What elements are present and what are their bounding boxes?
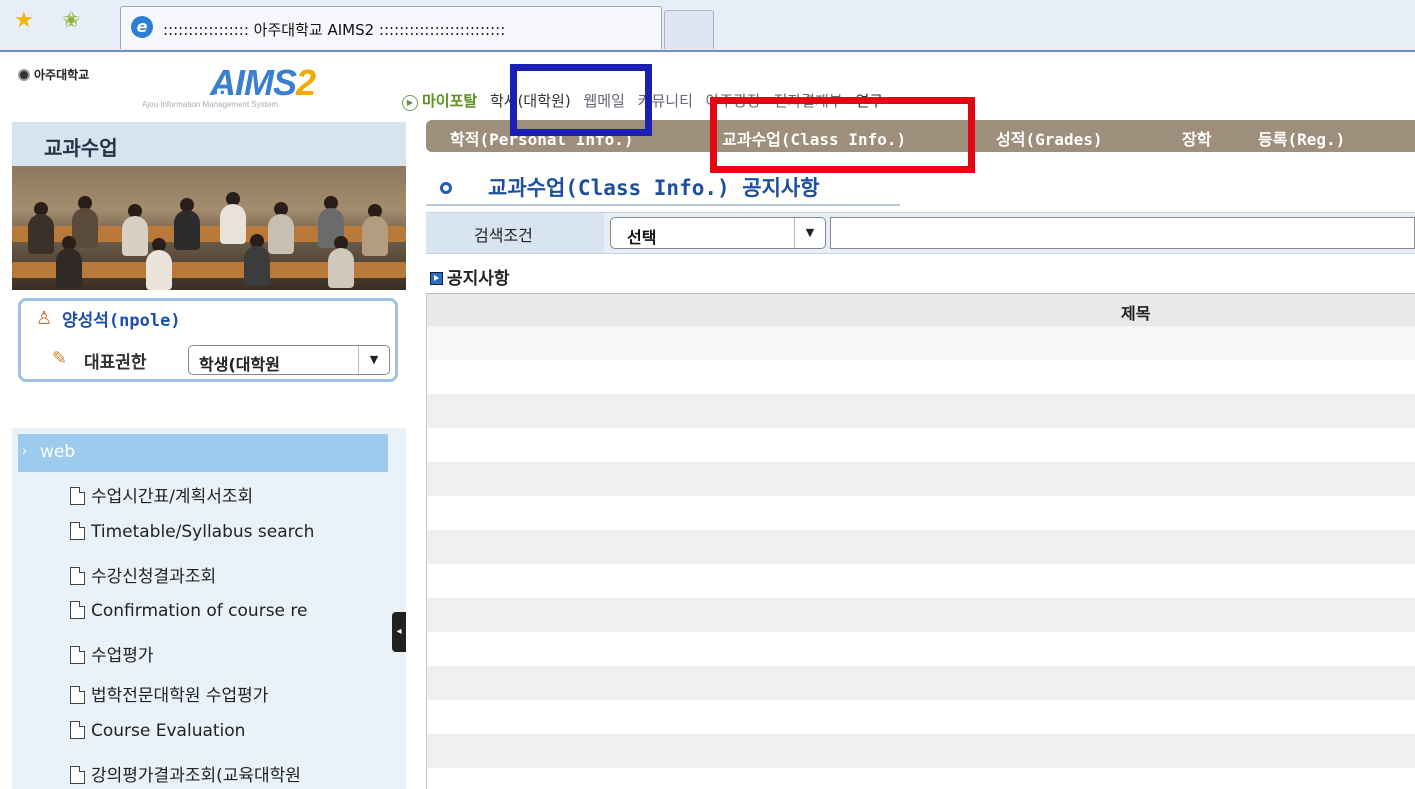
- role-select[interactable]: 학생(대학원 ▼: [188, 345, 390, 375]
- menu-item-label: Confirmation of course re: [91, 601, 308, 621]
- logo-number: 2: [296, 62, 316, 103]
- menu-item-evaluation-en[interactable]: Course Evaluation: [70, 721, 386, 741]
- notice-heading: 공지사항: [430, 264, 510, 289]
- menu-item-label: 수업시간표/계획서조회: [91, 487, 254, 507]
- notice-heading-text: 공지사항: [447, 269, 510, 289]
- favorites-star-icon[interactable]: ★: [14, 10, 34, 32]
- search-select-value: 선택: [627, 228, 657, 247]
- logo-main-text: AIMS: [210, 62, 297, 103]
- nav-bullet-icon: ▶: [402, 95, 418, 111]
- user-icon: ♙: [36, 308, 53, 329]
- table-row[interactable]: [427, 666, 1415, 700]
- menu-group-web[interactable]: › web: [18, 434, 388, 472]
- table-row[interactable]: [427, 598, 1415, 632]
- chevron-right-icon: ›: [22, 444, 28, 459]
- university-seal-icon: [18, 69, 30, 81]
- table-row[interactable]: [427, 632, 1415, 666]
- role-label: 대표권한: [84, 353, 147, 373]
- menu-item-label: Course Evaluation: [91, 721, 246, 741]
- menu-item-enrollment-ko[interactable]: 수강신청결과조회: [70, 562, 386, 587]
- menu-item-timetable-en[interactable]: Timetable/Syllabus search: [70, 522, 386, 542]
- document-icon: [70, 601, 85, 619]
- aims2-logo[interactable]: AIMS2: [210, 62, 316, 104]
- document-icon: [70, 646, 85, 664]
- nav-my-portal[interactable]: 마이포탈: [422, 92, 477, 110]
- new-tab-button[interactable]: [664, 10, 714, 49]
- document-icon: [70, 567, 85, 585]
- ie-browser-icon: e: [131, 16, 153, 38]
- table-row[interactable]: [427, 394, 1415, 428]
- subnav-registration[interactable]: 등록(Reg.): [1258, 126, 1345, 150]
- search-condition-select[interactable]: 선택 ▼: [610, 217, 826, 249]
- subnav-scholarship[interactable]: 장학: [1182, 126, 1211, 150]
- highlight-box-blue: [510, 64, 652, 136]
- table-row[interactable]: [427, 734, 1415, 768]
- document-icon: [70, 721, 85, 739]
- search-input[interactable]: [830, 217, 1415, 249]
- subnav-grades[interactable]: 성적(Grades): [996, 126, 1103, 150]
- menu-item-enrollment-en[interactable]: Confirmation of course re: [70, 601, 386, 621]
- table-row[interactable]: [427, 700, 1415, 734]
- table-row[interactable]: [427, 564, 1415, 598]
- menu-item-law-evaluation[interactable]: 법학전문대학원 수업평가: [70, 681, 386, 706]
- add-favorites-icon[interactable]: ✬: [62, 10, 80, 32]
- table-row[interactable]: [427, 428, 1415, 462]
- menu-item-label: Timetable/Syllabus search: [91, 522, 315, 542]
- column-title-header[interactable]: 제목: [1121, 300, 1150, 324]
- table-row[interactable]: [427, 530, 1415, 564]
- document-icon: [70, 487, 85, 505]
- table-row[interactable]: [427, 496, 1415, 530]
- document-icon: [70, 766, 85, 784]
- chevron-down-icon[interactable]: ▼: [358, 346, 389, 374]
- menu-item-timetable-ko[interactable]: 수업시간표/계획서조회: [70, 482, 386, 507]
- document-icon: [70, 686, 85, 704]
- role-select-value: 학생(대학원: [199, 355, 280, 374]
- title-bullet-icon: [440, 182, 452, 194]
- sidebar-title-bar: 교과수업: [12, 122, 406, 166]
- university-logo[interactable]: 아주대학교: [18, 66, 89, 83]
- browser-tab-active[interactable]: e ::::::::::::::::: 아주대학교 AIMS2 ::::::::…: [120, 6, 662, 49]
- menu-item-label: 강의평가결과조회(교육대학원: [91, 766, 301, 786]
- university-name: 아주대학교: [34, 68, 90, 82]
- classroom-photo: [12, 166, 406, 290]
- page-title: 교과수업(Class Info.) 공지사항: [488, 176, 820, 200]
- menu-item-label: 수업평가: [91, 646, 154, 666]
- menu-group-label: web: [40, 442, 76, 462]
- page-title-area: 교과수업(Class Info.) 공지사항: [426, 168, 900, 206]
- sidebar-title: 교과수업: [44, 136, 118, 160]
- menu-item-evaluation-ko[interactable]: 수업평가: [70, 641, 386, 666]
- table-row[interactable]: [427, 462, 1415, 496]
- search-label-cell: 검색조건: [426, 213, 604, 253]
- menu-item-label: 수강신청결과조회: [91, 567, 217, 587]
- search-bar: 검색조건 선택 ▼: [426, 212, 1415, 254]
- document-icon: [70, 522, 85, 540]
- section-bullet-icon: [430, 272, 443, 285]
- highlight-box-red: [710, 97, 975, 173]
- role-edit-icon: ✎: [52, 348, 68, 369]
- sidebar-collapse-handle[interactable]: ◂: [392, 612, 406, 652]
- user-name[interactable]: 양성석(npole): [62, 306, 181, 331]
- menu-item-evaluation-results[interactable]: 강의평가결과조회(교육대학원: [70, 761, 386, 786]
- grid-header: 제목: [427, 293, 1415, 327]
- logo-subtitle: Ajou Information Management System: [142, 100, 279, 109]
- table-row[interactable]: [427, 360, 1415, 394]
- search-label: 검색조건: [474, 226, 533, 245]
- chevron-down-icon[interactable]: ▼: [794, 218, 825, 248]
- table-row[interactable]: [427, 326, 1415, 360]
- menu-item-label: 법학전문대학원 수업평가: [91, 686, 269, 706]
- browser-tab-bar: ★ ✬ e ::::::::::::::::: 아주대학교 AIMS2 ::::…: [0, 0, 1415, 52]
- tab-title: ::::::::::::::::: 아주대학교 AIMS2 ::::::::::…: [163, 21, 506, 39]
- notice-grid: 제목: [426, 293, 1415, 789]
